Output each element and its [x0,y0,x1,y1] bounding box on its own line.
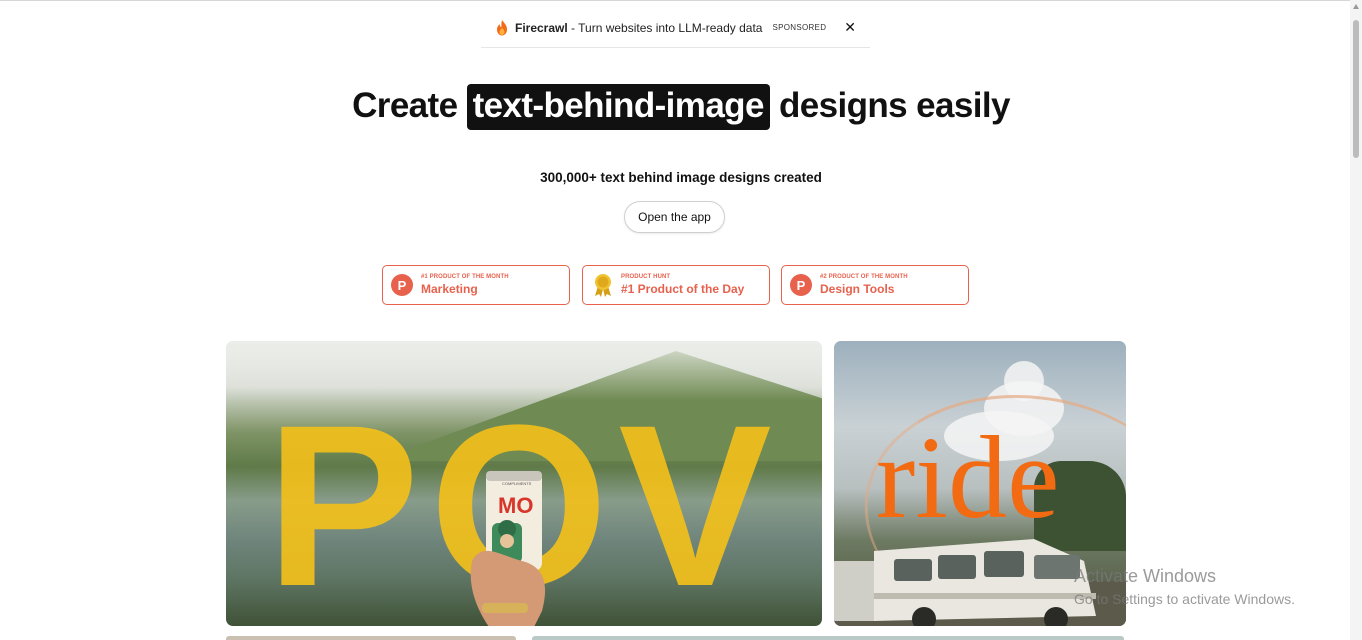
designs-count-text: 300,000+ text behind image designs creat… [540,170,822,185]
flame-icon [496,19,507,35]
badge-title: Design Tools [820,282,895,297]
badge-design-tools[interactable]: P #2 PRODUCT OF THE MONTH Design Tools [781,265,969,305]
window-top-border [0,0,1362,1]
example-image-pov[interactable]: POV MO COMPLIMENTS [226,341,822,626]
close-icon[interactable]: ✕ [844,19,856,36]
badge-small-text: PRODUCT HUNT [621,273,671,280]
van-image [834,539,1126,626]
can-small-text: COMPLIMENTS [502,481,532,486]
example-image-ride[interactable]: ride [834,341,1126,626]
badge-small-text: #1 PRODUCT OF THE MONTH [421,273,509,280]
scroll-up-arrow-icon[interactable] [1353,4,1359,9]
next-row-image[interactable] [226,636,516,640]
page-title: Create text-behind-image designs easily [0,84,1362,130]
can-label: MO [498,493,534,518]
next-row-image[interactable] [532,636,1124,640]
product-hunt-icon: P [790,274,812,296]
sponsor-text[interactable]: - Turn websites into LLM-ready data [568,21,762,35]
open-app-button[interactable]: Open the app [624,201,725,233]
product-hunt-icon: P [391,274,413,296]
badge-marketing[interactable]: P #1 PRODUCT OF THE MONTH Marketing [382,265,570,305]
badge-product-of-the-day[interactable]: PRODUCT HUNT #1 Product of the Day [582,265,770,305]
sponsored-tag: SPONSORED [772,23,827,32]
sponsor-banner[interactable]: Firecrawl - Turn websites into LLM-ready… [481,8,870,48]
headline-before: Create [352,86,458,125]
ride-text: ride [876,412,1060,543]
badge-title: #1 Product of the Day [621,282,745,297]
sponsor-brand[interactable]: Firecrawl [515,21,568,35]
headline-after: designs easily [778,86,1011,125]
headline-highlight: text-behind-image [466,84,770,130]
badge-small-text: #2 PRODUCT OF THE MONTH [820,273,908,280]
medal-icon [595,274,611,297]
badge-title: Marketing [421,282,478,297]
